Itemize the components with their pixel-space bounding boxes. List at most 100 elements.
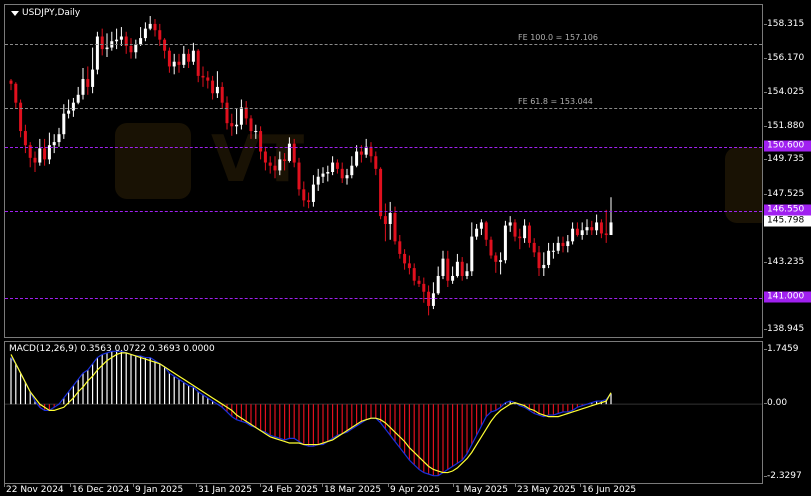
candle-body	[302, 189, 306, 201]
candle-body	[196, 50, 200, 76]
candle-body	[9, 80, 13, 84]
macd-axis[interactable]: 1.7459 0.00 -2.3297	[764, 341, 811, 484]
candle-body	[571, 228, 575, 242]
date-tick-label: 22 Nov 2024	[6, 485, 64, 495]
candle-body	[604, 233, 608, 236]
fib-label: FE 100.0 = 157.106	[518, 33, 598, 43]
candle-body	[172, 61, 176, 67]
candle-body	[417, 280, 421, 284]
date-tick-label: 16 Jun 2025	[582, 485, 637, 495]
current-price-badge: 145.798	[764, 215, 811, 227]
candle-body	[383, 216, 387, 224]
level-line[interactable]	[5, 298, 762, 300]
candle-body	[556, 242, 560, 251]
candle-body	[249, 118, 253, 132]
candle-body	[57, 134, 61, 143]
candle-body	[566, 241, 570, 247]
level-badge: 141.000	[764, 291, 811, 303]
candle-body	[158, 30, 162, 40]
candle-body	[513, 222, 517, 237]
candle-body	[115, 39, 119, 42]
dropdown-triangle-icon[interactable]	[11, 10, 19, 16]
candle-body	[43, 148, 47, 160]
candle-body	[403, 253, 407, 264]
candle-body	[537, 252, 541, 269]
candle-body	[359, 151, 363, 155]
candle-body	[388, 212, 392, 224]
candle-body	[81, 79, 85, 95]
date-axis[interactable]: 22 Nov 2024 16 Dec 2024 9 Jan 2025 31 Jan 2…	[0, 484, 764, 496]
candle-body	[230, 123, 234, 127]
date-tick-label: 24 Feb 2025	[262, 485, 319, 495]
date-tick-mark	[196, 484, 197, 487]
candle-body	[340, 168, 344, 179]
price-tick-label: 154.025	[767, 86, 805, 97]
candle-body	[191, 50, 195, 62]
candle-body	[446, 258, 450, 281]
candle-body	[14, 83, 18, 103]
candle-body	[326, 172, 330, 174]
price-tick-label: 151.880	[767, 120, 805, 131]
candle-body	[379, 168, 383, 217]
price-chart-pane[interactable]: VT FE 100.0 = 157.106 FE 61.8 = 153.044 U…	[4, 4, 763, 338]
macd-tick-label: 0.00	[767, 398, 788, 409]
price-tick-label: 156.170	[767, 53, 805, 64]
candle-body	[187, 53, 191, 62]
candle-body	[239, 107, 243, 125]
date-tick-label: 9 Jan 2025	[135, 485, 184, 495]
candle-body	[182, 53, 186, 65]
price-tick-label: 158.315	[767, 19, 805, 30]
candle-body	[177, 61, 181, 65]
candle-body	[575, 228, 579, 236]
candle-body	[455, 261, 459, 276]
symbol-title[interactable]: USDJPY,Daily	[11, 8, 80, 18]
candle-body	[595, 222, 599, 231]
candlestick-chart	[9, 16, 613, 316]
candle-body	[259, 131, 263, 152]
candle-body	[451, 275, 455, 281]
macd-pane[interactable]: MACD(12,26,9) 0.3563 0.0722 0.3693 0.000…	[4, 341, 763, 484]
candle-body	[100, 36, 104, 50]
date-tick-label: 16 Dec 2024	[72, 485, 130, 495]
candle-body	[52, 142, 56, 146]
price-tick-label: 147.525	[767, 189, 805, 200]
date-tick-mark	[515, 484, 516, 487]
candle-body	[393, 212, 397, 242]
candle-body	[407, 263, 411, 269]
fib-line[interactable]	[5, 44, 762, 46]
candle-body	[436, 275, 440, 294]
candle-body	[211, 80, 215, 94]
candle-body	[518, 236, 522, 239]
candle-body	[345, 175, 349, 179]
candle-body	[91, 69, 95, 87]
candle-body	[551, 250, 555, 252]
candle-body	[489, 239, 493, 256]
candle-body	[561, 242, 565, 247]
candle-body	[331, 162, 335, 172]
price-axis[interactable]: 158.315 156.170 154.025 151.880 149.735 147.5…	[764, 4, 811, 338]
candle-body	[547, 250, 551, 265]
candle-body	[398, 241, 402, 254]
macd-tick-label: -2.3297	[767, 470, 802, 481]
candle-body	[19, 102, 23, 132]
level-line[interactable]	[5, 146, 762, 148]
macd-signal-line	[10, 352, 612, 474]
level-badge: 150.600	[764, 140, 811, 152]
level-badge: 146.550	[764, 204, 811, 216]
candle-body	[479, 222, 483, 229]
candle-body	[412, 268, 416, 281]
level-line[interactable]	[5, 210, 762, 212]
candle-body	[364, 146, 368, 155]
symbol-label: USDJPY,Daily	[22, 8, 81, 18]
candle-body	[254, 131, 258, 133]
candle-body	[494, 255, 498, 262]
candle-body	[542, 264, 546, 269]
macd-tick-label: 1.7459	[767, 343, 799, 354]
candle-body	[460, 261, 464, 276]
candle-body	[201, 75, 205, 78]
candle-body	[76, 94, 80, 103]
fib-line[interactable]	[5, 108, 762, 110]
macd-title: MACD(12,26,9) 0.3563 0.0722 0.3693 0.000…	[9, 344, 215, 354]
candle-body	[470, 236, 474, 272]
candle-body	[599, 222, 603, 234]
